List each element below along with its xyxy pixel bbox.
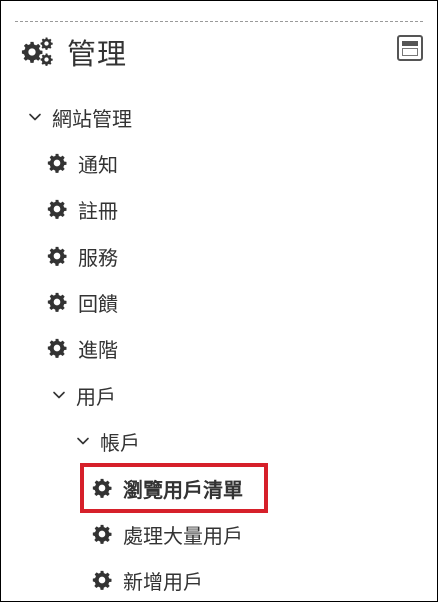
block-title: 管理 xyxy=(67,37,128,71)
chevron-down-icon xyxy=(52,388,66,402)
tree-item-browse-users[interactable]: 瀏覽用戶清單 xyxy=(92,473,243,503)
block-header: 管理 xyxy=(21,29,423,73)
gear-icon xyxy=(47,153,67,173)
gear-icon xyxy=(92,570,112,590)
chevron-down-icon xyxy=(76,434,90,448)
gear-icon xyxy=(47,292,67,312)
tree-item-advanced[interactable]: 進階 xyxy=(47,333,118,363)
tree-item-label: 新增用戶 xyxy=(123,569,203,594)
tree-node-label: 網站管理 xyxy=(52,106,132,131)
divider xyxy=(15,21,423,22)
gear-icon xyxy=(47,338,67,358)
tree-node-site-admin[interactable]: 網站管理 xyxy=(28,102,132,132)
gear-icon xyxy=(92,478,112,498)
tree-node-accounts[interactable]: 帳戶 xyxy=(76,426,140,456)
tree-item-label: 進階 xyxy=(78,337,118,362)
tree-node-label: 帳戶 xyxy=(100,430,140,455)
tree-node-users[interactable]: 用戶 xyxy=(52,380,116,410)
tree-item-label: 回饋 xyxy=(78,291,118,316)
tree-item-feedback[interactable]: 回饋 xyxy=(47,287,118,317)
tree-item-bulk-users[interactable]: 處理大量用戶 xyxy=(92,519,243,549)
collapse-block-icon[interactable] xyxy=(397,35,423,61)
tree-item-label: 服務 xyxy=(78,245,118,270)
tree-item-registration[interactable]: 註冊 xyxy=(47,194,118,224)
tree-item-add-user[interactable]: 新增用戶 xyxy=(92,565,203,595)
tree-item-notifications[interactable]: 通知 xyxy=(47,148,118,178)
tree-item-services[interactable]: 服務 xyxy=(47,241,118,271)
tree-item-label: 通知 xyxy=(78,152,118,177)
admin-block: 管理 網站管理 通知 註冊 服務 回饋 進階 用戶 帳戶 瀏覽用戶清單 處理大量… xyxy=(0,0,438,602)
gear-icon xyxy=(92,524,112,544)
gears-icon xyxy=(21,37,53,66)
tree-node-label: 用戶 xyxy=(76,384,116,409)
tree-item-label: 處理大量用戶 xyxy=(123,523,243,548)
tree-item-label: 註冊 xyxy=(78,198,118,223)
chevron-down-icon xyxy=(28,110,42,124)
gear-icon xyxy=(47,246,67,266)
gear-icon xyxy=(47,199,67,219)
tree-item-label: 瀏覽用戶清單 xyxy=(123,477,243,502)
